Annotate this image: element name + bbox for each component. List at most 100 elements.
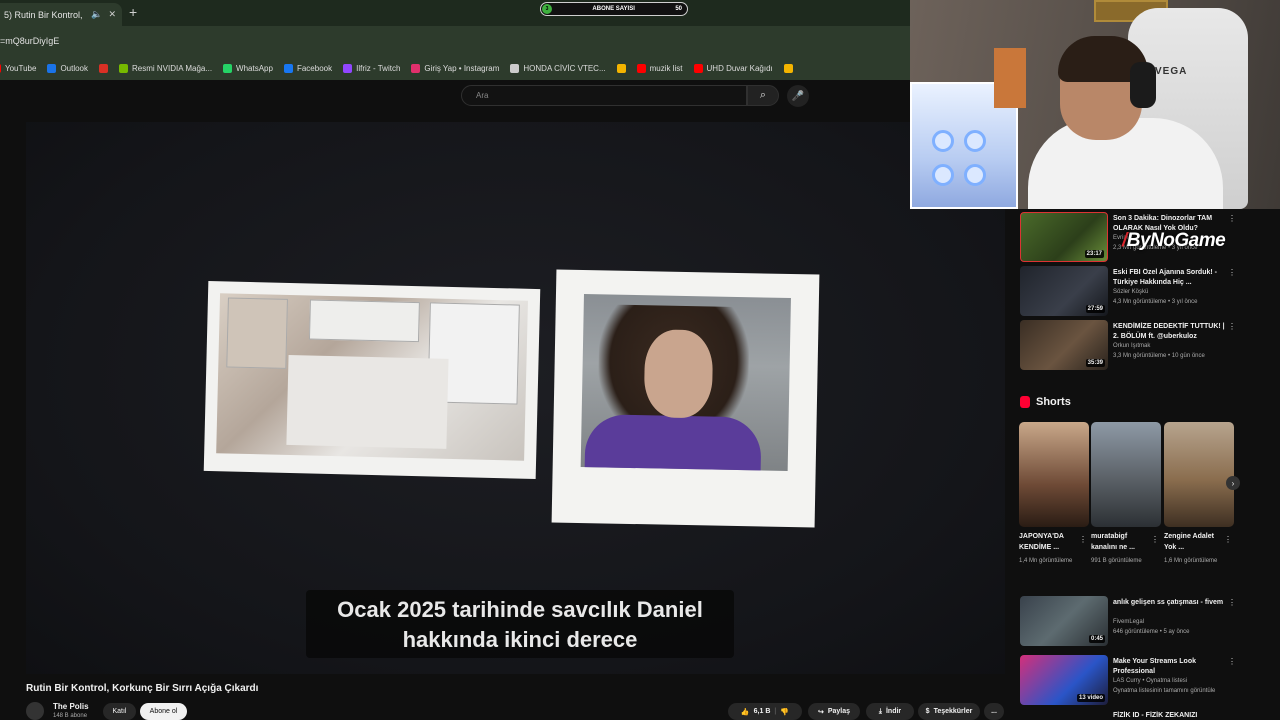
- like-dislike-button[interactable]: 👍 6,1 B | 👎: [728, 703, 802, 720]
- address-bar[interactable]: =mQ8urDiyIgE: [0, 26, 910, 56]
- thumbs-down-icon: 👎: [780, 708, 790, 716]
- video-thumbnail[interactable]: 0:45: [1020, 596, 1108, 646]
- bookmark-item[interactable]: UHD Duvar Kağıdı: [693, 63, 773, 73]
- bookmark-item[interactable]: YouTube: [0, 63, 36, 73]
- speaker-icon[interactable]: 🔈: [91, 9, 102, 20]
- playlist-title[interactable]: Make Your Streams Look Professional: [1113, 657, 1225, 677]
- browser-tab[interactable]: 5) Rutin Bir Kontrol, Kork 🔈 ✕: [0, 3, 122, 26]
- video-player[interactable]: Ocak 2025 tarihinde savcılık Daniel hakk…: [26, 122, 1005, 674]
- url-text[interactable]: =mQ8urDiyIgE: [0, 36, 59, 46]
- bookmark-label: Resmi NVIDIA Mağa...: [132, 63, 213, 73]
- related-video[interactable]: 0:45 anlık gelişen ss çatışması - fivem …: [1020, 596, 1236, 648]
- bynogame-logo: /ByNoGame: [1122, 230, 1226, 251]
- video-title[interactable]: Eski FBI Özel Ajanına Sorduk! - Türkiye …: [1113, 268, 1225, 288]
- subscriber-goal-target: 50: [675, 6, 682, 12]
- bookmark-label: UHD Duvar Kağıdı: [706, 63, 773, 73]
- subscriber-count: 3: [542, 4, 552, 14]
- playlist-channel[interactable]: LAS Curry • Oynatma listesi: [1113, 678, 1187, 684]
- bookmark-item[interactable]: [99, 63, 109, 73]
- bookmark-label: HONDA CİVİC VTEC...: [523, 63, 606, 73]
- related-video[interactable]: 27:59 Eski FBI Özel Ajanına Sorduk! - Tü…: [1020, 266, 1236, 318]
- short-item[interactable]: Zengine Adalet Yok ... 1,6 Mn görüntülem…: [1164, 422, 1234, 567]
- more-options-icon[interactable]: ⋮: [1228, 214, 1236, 223]
- video-subtitle: Ocak 2025 tarihinde savcılık Daniel hakk…: [306, 590, 734, 658]
- join-button[interactable]: Katıl: [103, 703, 136, 720]
- share-icon: ↪: [817, 708, 824, 716]
- more-actions-button[interactable]: ...: [984, 703, 1004, 720]
- short-thumbnail[interactable]: [1091, 422, 1161, 527]
- short-views: 1,6 Mn görüntüleme: [1164, 558, 1218, 564]
- related-video[interactable]: 35:39 KENDİMİZE DEDEKTİF TUTTUK! | 2. BÖ…: [1020, 320, 1236, 372]
- bookmark-favicon-icon: [411, 63, 421, 73]
- video-channel[interactable]: Sözler Köşkü: [1113, 289, 1148, 295]
- bookmark-item[interactable]: Resmi NVIDIA Mağa...: [119, 63, 213, 73]
- more-options-icon[interactable]: ⋮: [1228, 322, 1236, 331]
- more-options-icon[interactable]: ⋮: [1228, 657, 1236, 666]
- more-options-icon[interactable]: ⋮: [1151, 535, 1159, 544]
- youtube-header: Ara ⌕ 🎤: [0, 80, 1010, 122]
- channel-name[interactable]: The Polis: [53, 702, 89, 711]
- video-channel[interactable]: FivemLegal: [1113, 619, 1144, 625]
- short-thumbnail[interactable]: [1019, 422, 1089, 527]
- bookmark-item[interactable]: muzik list: [636, 63, 683, 73]
- short-thumbnail[interactable]: [1164, 422, 1234, 527]
- more-options-icon[interactable]: ⋮: [1079, 535, 1087, 544]
- shorts-header: Shorts: [1020, 396, 1071, 408]
- short-title[interactable]: Zengine Adalet Yok ...: [1164, 531, 1226, 553]
- short-title[interactable]: muratabigf kanalını ne ...: [1091, 531, 1153, 553]
- video-thumbnail[interactable]: 35:39: [1020, 320, 1108, 370]
- bookmark-item[interactable]: Giriş Yap • Instagram: [411, 63, 500, 73]
- more-options-icon[interactable]: ⋮: [1224, 535, 1232, 544]
- bookmark-item[interactable]: WhatsApp: [223, 63, 273, 73]
- channel-avatar[interactable]: [26, 702, 44, 720]
- short-item[interactable]: muratabigf kanalını ne ... 991 B görüntü…: [1091, 422, 1161, 567]
- download-icon: ⤓: [878, 707, 882, 715]
- close-tab-icon[interactable]: ✕: [108, 9, 116, 20]
- bookmark-favicon-icon: [343, 63, 353, 73]
- short-title[interactable]: JAPONYA'DA KENDİME ...: [1019, 531, 1081, 553]
- video-thumbnail[interactable]: 23:17: [1020, 212, 1108, 262]
- chevron-right-icon[interactable]: ›: [1226, 476, 1240, 490]
- video-thumbnail[interactable]: 27:59: [1020, 266, 1108, 316]
- related-video[interactable]: FİZİK ID - FİZİK ZEKANIZI: [1020, 708, 1235, 720]
- download-button[interactable]: ⤓ İndir: [866, 703, 914, 720]
- search-button[interactable]: ⌕: [747, 85, 779, 106]
- chair-brand-logo: VEGA: [1155, 66, 1188, 77]
- short-views: 991 B görüntüleme: [1091, 558, 1142, 564]
- bookmark-favicon-icon: [283, 63, 293, 73]
- new-tab-button[interactable]: +: [129, 4, 137, 20]
- bookmark-label: Facebook: [296, 63, 333, 73]
- bookmark-label: Giriş Yap • Instagram: [424, 63, 500, 73]
- related-playlist[interactable]: 13 video Make Your Streams Look Professi…: [1020, 655, 1236, 707]
- share-label: Paylaş: [827, 708, 851, 715]
- bookmark-item[interactable]: [616, 63, 626, 73]
- search-input[interactable]: Ara: [461, 85, 747, 106]
- playlist-thumbnail[interactable]: 13 video: [1020, 655, 1108, 705]
- thanks-button[interactable]: $ Teşekkürler: [918, 703, 980, 720]
- video-title[interactable]: FİZİK ID - FİZİK ZEKANIZI: [1113, 711, 1225, 720]
- bookmark-item[interactable]: HONDA CİVİC VTEC...: [510, 63, 606, 73]
- video-channel[interactable]: Orkun Işıtmak: [1113, 343, 1150, 349]
- thanks-label: Teşekkürler: [933, 708, 973, 715]
- tab-title: 5) Rutin Bir Kontrol, Kork: [4, 9, 85, 20]
- more-options-icon[interactable]: ⋮: [1228, 268, 1236, 277]
- mugshot-photo: [551, 269, 820, 528]
- share-button[interactable]: ↪ Paylaş: [808, 703, 860, 720]
- bookmark-item[interactable]: Facebook: [283, 63, 333, 73]
- more-options-icon[interactable]: ⋮: [1228, 598, 1236, 607]
- voice-search-button[interactable]: 🎤: [787, 85, 809, 107]
- subscriber-goal-label: ABONE SAYISI: [592, 6, 635, 12]
- playlist-meta[interactable]: Oynatma listesinin tamamını görüntüle: [1113, 688, 1215, 694]
- short-views: 1,4 Mn görüntüleme: [1019, 558, 1073, 564]
- headset: [1130, 62, 1156, 108]
- bookmark-item[interactable]: [783, 63, 793, 73]
- subscribe-button[interactable]: Abone ol: [140, 703, 187, 720]
- video-title[interactable]: KENDİMİZE DEDEKTİF TUTTUK! | 2. BÖLÜM ft…: [1113, 322, 1225, 342]
- bookmark-favicon-icon: [783, 63, 793, 73]
- bookmark-item[interactable]: Ilfriz - Twitch: [343, 63, 400, 73]
- video-title[interactable]: anlık gelişen ss çatışması - fivem: [1113, 598, 1225, 608]
- bookmark-label: WhatsApp: [236, 63, 273, 73]
- bookmark-item[interactable]: Outlook: [47, 63, 88, 73]
- bookmark-favicon-icon: [47, 63, 57, 73]
- short-item[interactable]: JAPONYA'DA KENDİME ... 1,4 Mn görüntülem…: [1019, 422, 1089, 567]
